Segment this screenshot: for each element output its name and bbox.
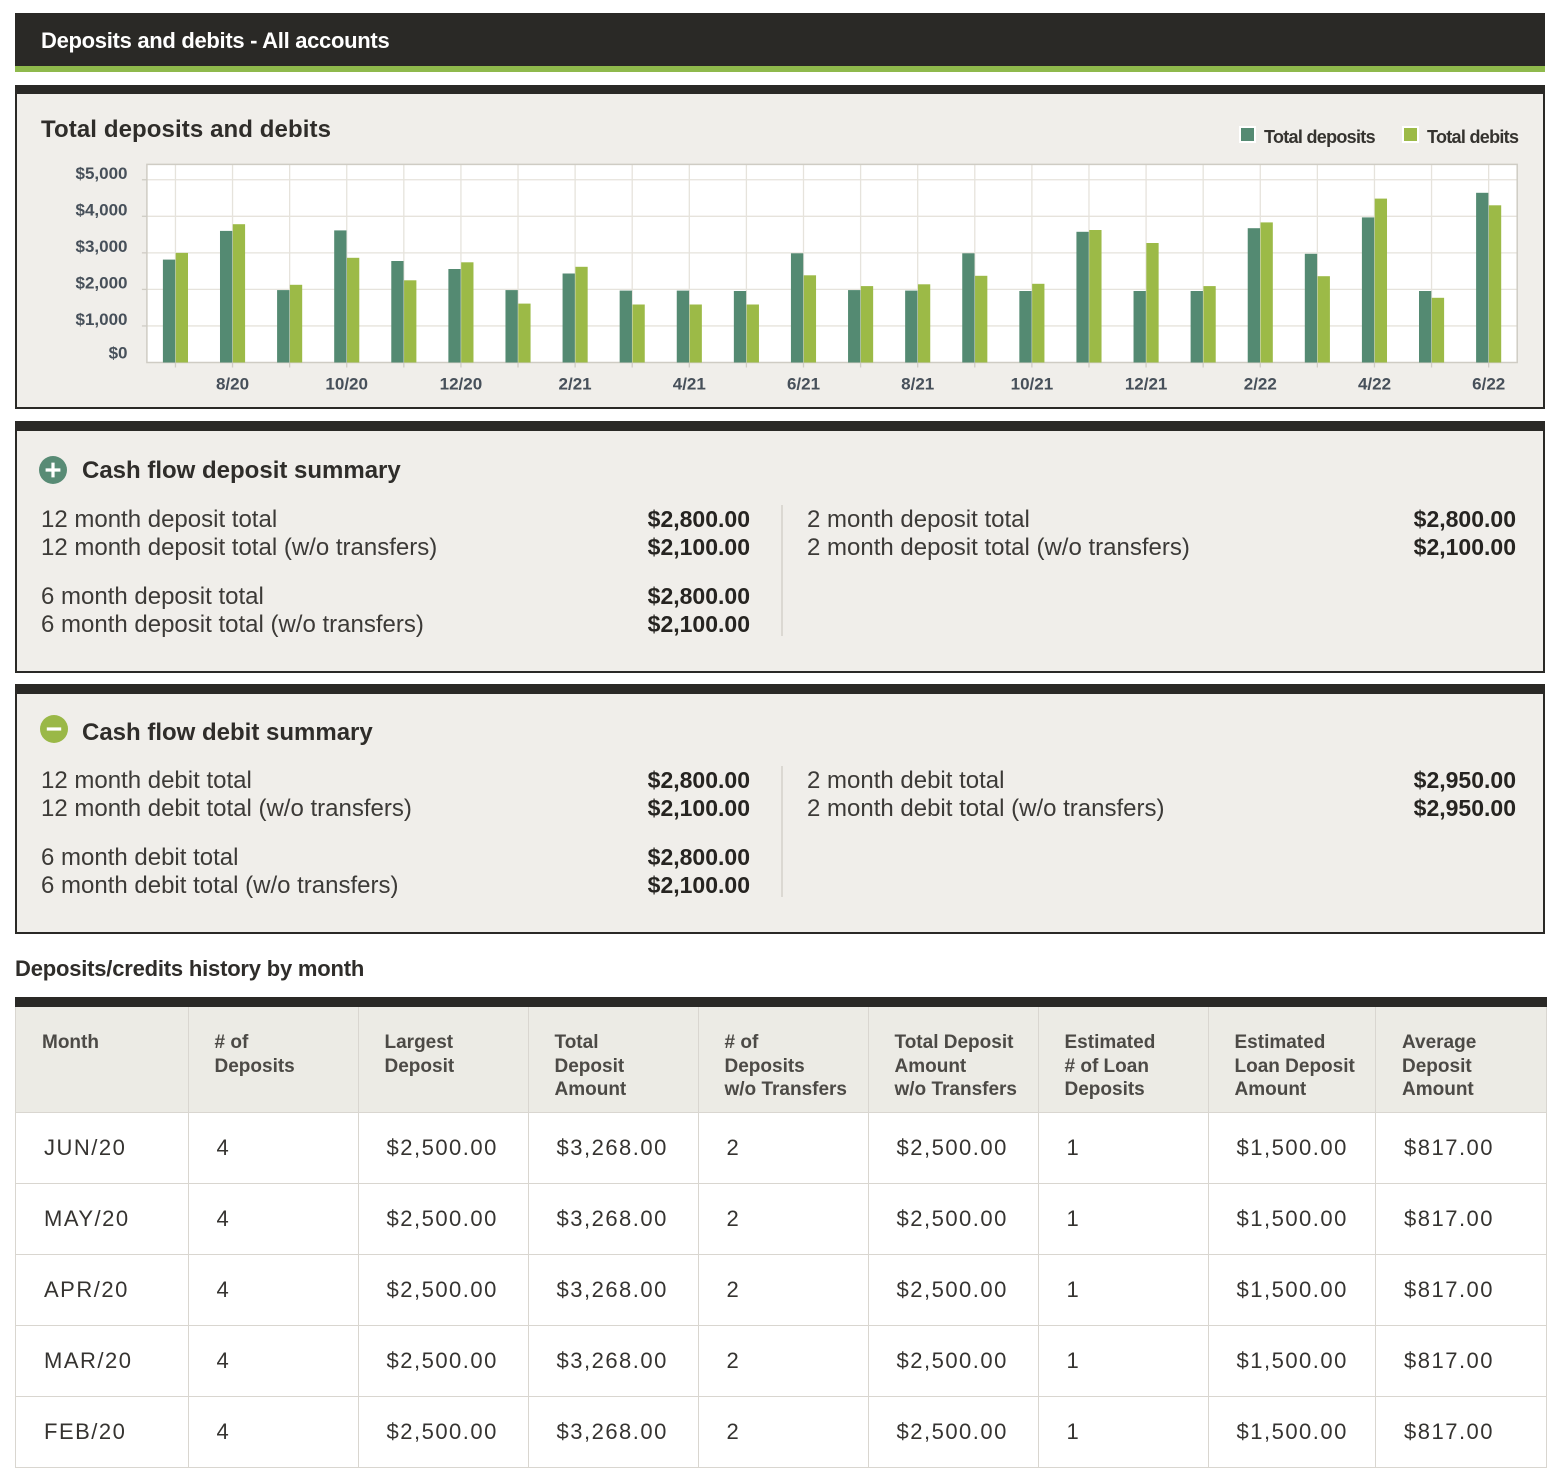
- svg-text:6/22: 6/22: [1472, 375, 1505, 394]
- svg-text:$4,000: $4,000: [76, 200, 128, 219]
- svg-text:2/21: 2/21: [559, 375, 592, 394]
- svg-text:$5,000: $5,000: [76, 164, 128, 183]
- svg-text:6/21: 6/21: [787, 375, 820, 394]
- svg-text:4/21: 4/21: [673, 375, 706, 394]
- svg-text:$3,000: $3,000: [76, 237, 128, 256]
- svg-text:12/20: 12/20: [440, 375, 483, 394]
- svg-text:$1,000: $1,000: [76, 310, 128, 329]
- svg-text:12/21: 12/21: [1125, 375, 1168, 394]
- svg-text:8/21: 8/21: [901, 375, 934, 394]
- svg-text:$2,000: $2,000: [76, 273, 128, 292]
- svg-text:8/20: 8/20: [216, 375, 249, 394]
- svg-text:10/20: 10/20: [325, 375, 368, 394]
- svg-text:$0: $0: [109, 344, 128, 363]
- svg-text:2/22: 2/22: [1244, 375, 1277, 394]
- svg-text:4/22: 4/22: [1358, 375, 1391, 394]
- svg-text:10/21: 10/21: [1011, 375, 1054, 394]
